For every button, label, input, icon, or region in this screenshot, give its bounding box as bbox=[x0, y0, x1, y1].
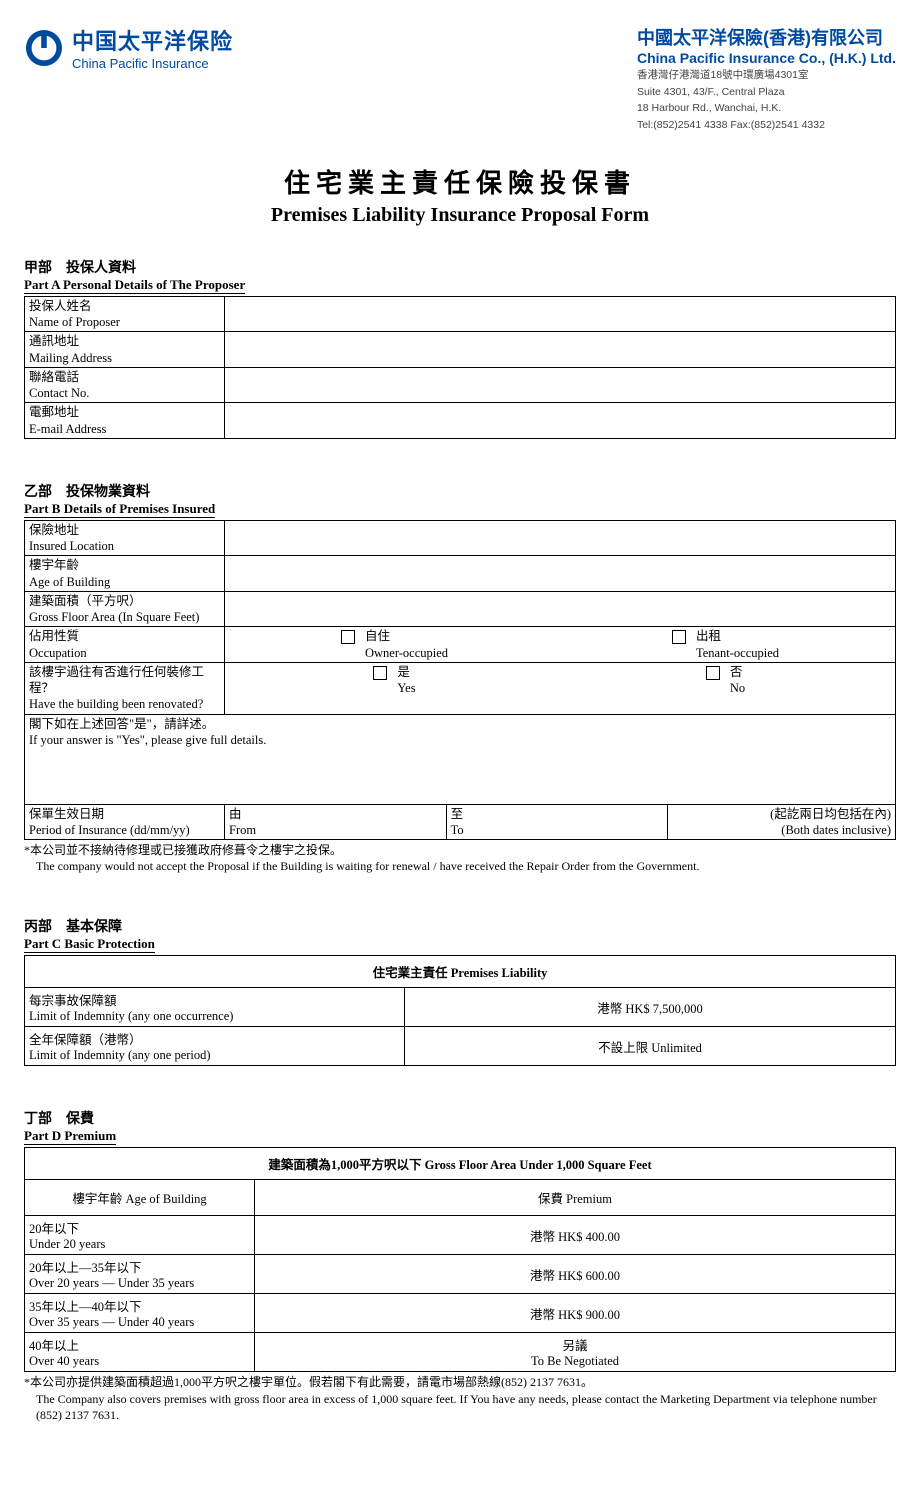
owner-occupied-label: 自住Owner-occupied bbox=[365, 628, 448, 661]
floor-area-label: 建築面積（平方呎）Gross Floor Area (In Square Fee… bbox=[25, 591, 225, 627]
mailing-address-label: 通訊地址Mailing Address bbox=[25, 332, 225, 368]
period-cell: 由From 至To (起訖兩日均包括在內)(Both dates inclusi… bbox=[225, 804, 896, 840]
tenant-occupied-label: 出租Tenant-occupied bbox=[696, 628, 779, 661]
renovated-yes-label: 是Yes bbox=[397, 664, 415, 697]
renovated-no-label: 否No bbox=[730, 664, 745, 697]
premium-row-4-val: 另議To Be Negotiated bbox=[255, 1333, 896, 1372]
contact-no-label: 聯絡電話Contact No. bbox=[25, 367, 225, 403]
insured-location-label: 保險地址Insured Location bbox=[25, 520, 225, 556]
renovation-details-cell[interactable]: 閣下如在上述回答"是"，請詳述。 If your answer is "Yes"… bbox=[25, 714, 896, 804]
premium-row-3-val: 港幣 HK$ 900.00 bbox=[255, 1294, 896, 1333]
partD-col-age: 樓宇年齡 Age of Building bbox=[25, 1180, 255, 1216]
tenant-occupied-checkbox[interactable] bbox=[672, 630, 686, 644]
limit-period-label: 全年保障額（港幣）Limit of Indemnity (any one per… bbox=[25, 1027, 405, 1066]
renovated-no-checkbox[interactable] bbox=[706, 666, 720, 680]
partD-note: *本公司亦提供建築面積超過1,000平方呎之樓宇單位。假若閣下有此需要，請電市場… bbox=[24, 1374, 896, 1423]
cpic-logo-icon bbox=[24, 28, 64, 68]
company-name-cn: 中國太平洋保險(香港)有限公司 bbox=[637, 24, 896, 50]
email-input[interactable] bbox=[225, 403, 896, 439]
partA-heading-cn: 甲部 投保人資料 bbox=[24, 257, 896, 277]
company-info: 中國太平洋保險(香港)有限公司 China Pacific Insurance … bbox=[637, 24, 896, 133]
period-to[interactable]: 至To bbox=[446, 805, 667, 840]
logo-text-en: China Pacific Insurance bbox=[72, 56, 233, 71]
premium-row-1-val: 港幣 HK$ 400.00 bbox=[255, 1216, 896, 1255]
limit-occurrence-label: 每宗事故保障額Limit of Indemnity (any one occur… bbox=[25, 988, 405, 1027]
insured-location-input[interactable] bbox=[225, 520, 896, 556]
partB-heading-cn: 乙部 投保物業資料 bbox=[24, 481, 896, 501]
renovation-details-label-cn: 閣下如在上述回答"是"，請詳述。 bbox=[29, 717, 214, 731]
limit-period-value: 不設上限 Unlimited bbox=[405, 1027, 896, 1066]
floor-area-input[interactable] bbox=[225, 591, 896, 627]
page-header: 中国太平洋保险 China Pacific Insurance 中國太平洋保險(… bbox=[24, 24, 896, 133]
partC-table: 住宅業主責任 Premises Liability 每宗事故保障額Limit o… bbox=[24, 955, 896, 1066]
mailing-address-input[interactable] bbox=[225, 332, 896, 368]
period-label: 保單生效日期Period of Insurance (dd/mm/yy) bbox=[25, 804, 225, 840]
premium-row-2-val: 港幣 HK$ 600.00 bbox=[255, 1255, 896, 1294]
partB-table: 保險地址Insured Location 樓宇年齡Age of Building… bbox=[24, 520, 896, 840]
premium-row-4-age: 40年以上Over 40 years bbox=[25, 1333, 255, 1372]
renovated-label: 該樓宇過往有否進行任何裝修工程？Have the building been r… bbox=[25, 662, 225, 714]
proposer-name-input[interactable] bbox=[225, 296, 896, 332]
title-cn: 住宅業主責任保險投保書 bbox=[24, 163, 896, 200]
premium-row-1-age: 20年以下Under 20 years bbox=[25, 1216, 255, 1255]
partC-heading-en: Part C Basic Protection bbox=[24, 936, 155, 953]
logo-block: 中国太平洋保险 China Pacific Insurance bbox=[24, 24, 233, 71]
partA-table: 投保人姓名Name of Proposer 通訊地址Mailing Addres… bbox=[24, 296, 896, 439]
company-addr-en2: 18 Harbour Rd., Wanchai, H.K. bbox=[637, 101, 896, 116]
occupation-label: 佔用性質Occupation bbox=[25, 627, 225, 663]
partD-table: 建築面積為1,000平方呎以下 Gross Floor Area Under 1… bbox=[24, 1147, 896, 1372]
partA-heading-en: Part A Personal Details of The Proposer bbox=[24, 277, 245, 294]
building-age-input[interactable] bbox=[225, 556, 896, 592]
premium-row-3-age: 35年以上—40年以下Over 35 years — Under 40 year… bbox=[25, 1294, 255, 1333]
partD-table-header: 建築面積為1,000平方呎以下 Gross Floor Area Under 1… bbox=[25, 1148, 896, 1180]
logo-text-cn: 中国太平洋保险 bbox=[72, 24, 233, 56]
partD-heading-cn: 丁部 保費 bbox=[24, 1108, 896, 1128]
renovated-options: 是Yes 否No bbox=[225, 662, 896, 714]
partD-col-premium: 保費 Premium bbox=[255, 1180, 896, 1216]
limit-occurrence-value: 港幣 HK$ 7,500,000 bbox=[405, 988, 896, 1027]
premium-row-2-age: 20年以上—35年以下Over 20 years — Under 35 year… bbox=[25, 1255, 255, 1294]
period-from[interactable]: 由From bbox=[225, 805, 446, 840]
title-en: Premises Liability Insurance Proposal Fo… bbox=[24, 204, 896, 227]
occupation-options: 自住Owner-occupied 出租Tenant-occupied bbox=[225, 627, 896, 663]
partD-heading-en: Part D Premium bbox=[24, 1128, 116, 1145]
partC-heading-cn: 丙部 基本保障 bbox=[24, 916, 896, 936]
company-name-en: China Pacific Insurance Co., (H.K.) Ltd. bbox=[637, 50, 896, 66]
building-age-label: 樓宇年齡Age of Building bbox=[25, 556, 225, 592]
partB-note: *本公司並不接納待修理或已接獲政府修葺令之樓宇之投保。 The company … bbox=[24, 842, 896, 874]
contact-no-input[interactable] bbox=[225, 367, 896, 403]
proposer-name-label: 投保人姓名Name of Proposer bbox=[25, 296, 225, 332]
form-title: 住宅業主責任保險投保書 Premises Liability Insurance… bbox=[24, 163, 896, 227]
company-addr-en1: Suite 4301, 43/F., Central Plaza bbox=[637, 85, 896, 100]
period-inclusive-note: (起訖兩日均包括在內)(Both dates inclusive) bbox=[667, 805, 895, 840]
partC-table-header: 住宅業主責任 Premises Liability bbox=[25, 956, 896, 988]
renovated-yes-checkbox[interactable] bbox=[373, 666, 387, 680]
company-tel: Tel:(852)2541 4338 Fax:(852)2541 4332 bbox=[637, 118, 896, 133]
company-addr-cn: 香港灣仔港灣道18號中環廣場4301室 bbox=[637, 68, 896, 83]
renovation-details-label-en: If your answer is "Yes", please give ful… bbox=[29, 733, 266, 747]
partB-heading-en: Part B Details of Premises Insured bbox=[24, 501, 215, 518]
email-label: 電郵地址E-mail Address bbox=[25, 403, 225, 439]
owner-occupied-checkbox[interactable] bbox=[341, 630, 355, 644]
